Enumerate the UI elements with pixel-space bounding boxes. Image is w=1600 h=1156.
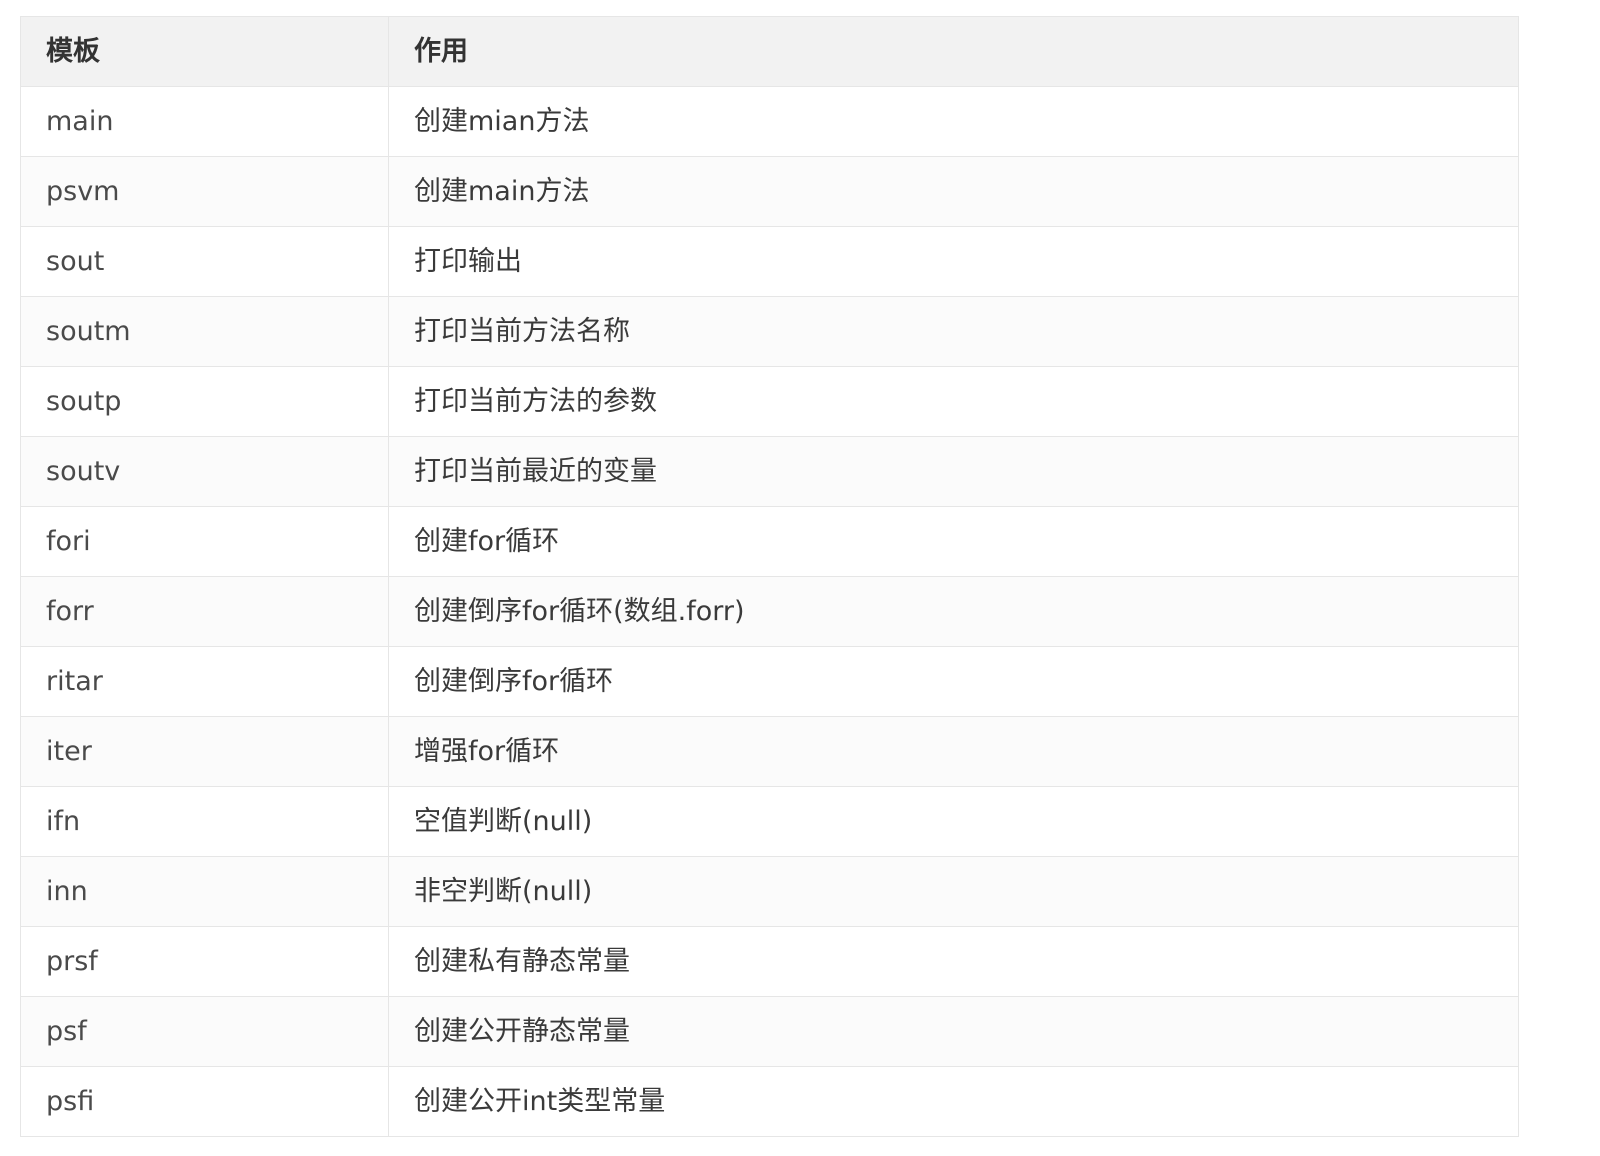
template-cell: soutm	[20, 296, 389, 367]
table-row: prsf 创建私有静态常量	[20, 926, 1519, 997]
template-cell: soutv	[20, 436, 389, 507]
template-cell: iter	[20, 716, 389, 787]
purpose-cell: 打印当前最近的变量	[388, 436, 1519, 507]
purpose-cell: 创建main方法	[388, 156, 1519, 227]
table-row: psf 创建公开静态常量	[20, 996, 1519, 1067]
template-cell: psf	[20, 996, 389, 1067]
purpose-cell: 创建for循环	[388, 506, 1519, 577]
purpose-cell: 打印当前方法的参数	[388, 366, 1519, 437]
table-row: ifn 空值判断(null)	[20, 786, 1519, 857]
purpose-cell: 增强for循环	[388, 716, 1519, 787]
table-row: ritar 创建倒序for循环	[20, 646, 1519, 717]
template-cell: soutp	[20, 366, 389, 437]
purpose-cell: 空值判断(null)	[388, 786, 1519, 857]
header-row: 模板 作用	[20, 16, 1519, 87]
table-row: fori 创建for循环	[20, 506, 1519, 577]
template-cell: ritar	[20, 646, 389, 717]
purpose-cell: 创建公开int类型常量	[388, 1066, 1519, 1137]
template-cell: psvm	[20, 156, 389, 227]
table-row: sout 打印输出	[20, 226, 1519, 297]
template-cell: inn	[20, 856, 389, 927]
template-cell: sout	[20, 226, 389, 297]
purpose-cell: 创建倒序for循环(数组.forr)	[388, 576, 1519, 647]
purpose-cell: 打印输出	[388, 226, 1519, 297]
table-body: main 创建mian方法 psvm 创建main方法 sout 打印输出 soutm 打印当…	[20, 86, 1519, 1137]
purpose-cell: 非空判断(null)	[388, 856, 1519, 927]
header-template: 模板	[20, 16, 389, 87]
template-cell: ifn	[20, 786, 389, 857]
table-header: 模板 作用	[20, 16, 1519, 87]
template-cell: forr	[20, 576, 389, 647]
template-cell: fori	[20, 506, 389, 577]
header-purpose: 作用	[388, 16, 1519, 87]
live-template-table: 模板 作用 main 创建mian方法 psvm 创建main方法 sout 打印输出 so…	[20, 16, 1519, 1137]
template-cell: psfi	[20, 1066, 389, 1137]
table-row: psfi 创建公开int类型常量	[20, 1066, 1519, 1137]
template-cell: main	[20, 86, 389, 157]
table-row: main 创建mian方法	[20, 86, 1519, 157]
table-row: soutm 打印当前方法名称	[20, 296, 1519, 367]
purpose-cell: 创建公开静态常量	[388, 996, 1519, 1067]
purpose-cell: 创建mian方法	[388, 86, 1519, 157]
table-row: psvm 创建main方法	[20, 156, 1519, 227]
table-row: iter 增强for循环	[20, 716, 1519, 787]
purpose-cell: 创建倒序for循环	[388, 646, 1519, 717]
purpose-cell: 打印当前方法名称	[388, 296, 1519, 367]
purpose-cell: 创建私有静态常量	[388, 926, 1519, 997]
table-row: forr 创建倒序for循环(数组.forr)	[20, 576, 1519, 647]
template-cell: prsf	[20, 926, 389, 997]
table-row: soutv 打印当前最近的变量	[20, 436, 1519, 507]
table-row: soutp 打印当前方法的参数	[20, 366, 1519, 437]
table-row: inn 非空判断(null)	[20, 856, 1519, 927]
